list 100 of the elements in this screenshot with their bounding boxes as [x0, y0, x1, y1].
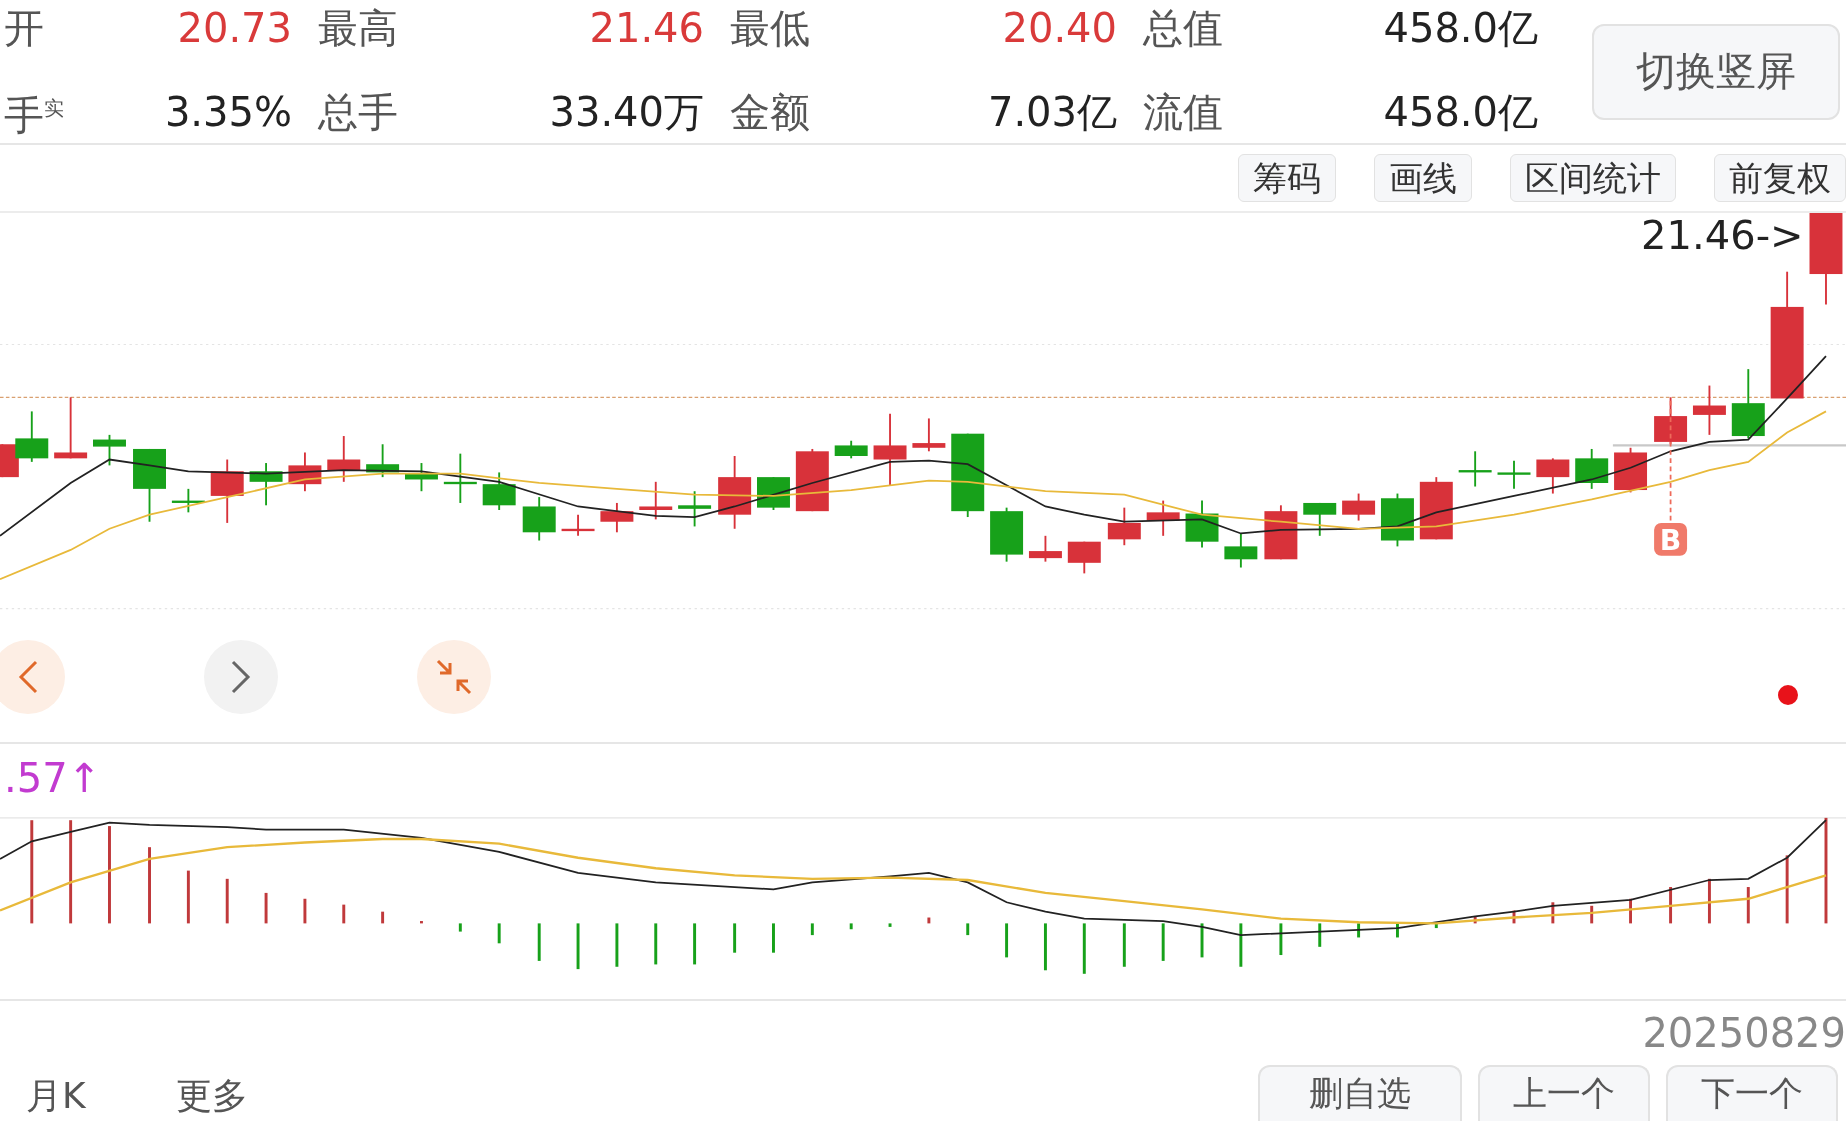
macd-bar — [458, 922, 462, 932]
candlestick — [1342, 492, 1376, 522]
macd-bar — [1551, 901, 1555, 923]
candlestick — [1224, 532, 1258, 569]
candlestick — [1146, 499, 1180, 537]
stat-label: 流值 — [1143, 87, 1223, 137]
macd-bar — [1122, 922, 1126, 967]
max-price-label: 21.46-> — [1641, 212, 1804, 259]
candlestick — [327, 434, 361, 483]
stat-value: 33.40万 — [548, 87, 705, 137]
candlestick — [93, 433, 126, 467]
candlestick — [600, 501, 634, 534]
candlestick — [443, 452, 477, 504]
candlestick — [990, 506, 1024, 563]
candlestick — [1536, 457, 1570, 495]
macd-bar — [1318, 922, 1322, 947]
macd-bar — [303, 898, 307, 923]
candlestick — [54, 396, 88, 460]
macd-bar — [810, 922, 814, 935]
stat-value: 20.73 — [176, 3, 293, 53]
candlestick — [1028, 534, 1062, 563]
action-button[interactable]: 删自选 — [1258, 1065, 1462, 1121]
stat-label: 总值 — [1143, 3, 1223, 53]
toolbar-button[interactable]: 画线 — [1374, 153, 1472, 202]
candlestick — [405, 461, 438, 492]
macd-bar — [537, 922, 541, 961]
macd-bar — [381, 911, 385, 923]
macd-bar — [1200, 922, 1204, 957]
macd-bar — [927, 917, 931, 923]
candlestick — [834, 439, 868, 460]
macd-bar — [1746, 886, 1750, 923]
candlestick — [171, 487, 205, 514]
action-button[interactable]: 上一个 — [1478, 1065, 1650, 1121]
candlestick — [1264, 504, 1298, 561]
macd-bar — [888, 922, 892, 927]
macd-bar — [1279, 922, 1283, 955]
candlestick — [1654, 396, 1688, 446]
macd-bar — [733, 922, 737, 953]
toolbar-button[interactable]: 前复权 — [1714, 153, 1846, 202]
candlestick — [1380, 492, 1414, 548]
chevron-right-icon — [230, 659, 252, 694]
macd-bar — [225, 878, 229, 923]
indicator-value: .57↑ — [4, 753, 102, 803]
macd-bar — [966, 922, 970, 935]
toolbar-button[interactable]: 区间统计 — [1510, 153, 1676, 202]
macd-bar — [1396, 922, 1399, 937]
candlestick — [1419, 476, 1453, 541]
candlestick — [288, 451, 322, 492]
stat-value: 458.0亿 — [1382, 3, 1539, 53]
candlestick — [366, 443, 400, 478]
macd-bar — [1043, 922, 1047, 970]
candlestick — [1107, 506, 1141, 546]
candlestick — [757, 476, 790, 511]
macd-bar — [1239, 922, 1243, 967]
macd-bar — [1434, 922, 1438, 928]
collapse-arrows-icon — [436, 658, 472, 695]
macd-bar — [1512, 910, 1516, 923]
action-button[interactable]: 下一个 — [1666, 1065, 1838, 1121]
macd-bar — [693, 922, 697, 964]
candlestick — [1497, 459, 1531, 490]
toolbar-button[interactable]: 筹码 — [1238, 153, 1336, 202]
candlestick — [795, 447, 829, 512]
stat-value: 7.03亿 — [986, 87, 1118, 137]
candlestick — [912, 417, 946, 453]
candlestick — [1575, 447, 1609, 490]
macd-bar — [1785, 854, 1789, 923]
stat-value: 21.46 — [588, 3, 705, 53]
stat-label: 手$^{实}$ — [4, 91, 64, 141]
candlestick — [639, 480, 673, 521]
macd-bar — [1707, 878, 1711, 923]
date-label: 20250829 — [1642, 1010, 1846, 1057]
macd-bar — [849, 922, 853, 929]
candlestick — [249, 461, 283, 507]
macd-bar — [420, 920, 423, 923]
candlestick — [1692, 384, 1726, 436]
stat-label: 最高 — [318, 3, 398, 53]
candlestick — [1458, 450, 1492, 488]
macd-bar — [1669, 886, 1673, 923]
candlestick — [522, 496, 556, 542]
macd-bar — [772, 922, 775, 953]
stat-value: 20.40 — [1001, 3, 1118, 53]
macd-bar — [1629, 898, 1632, 923]
macd-bar — [1473, 915, 1477, 923]
bottom-tab[interactable]: 月K — [26, 1072, 86, 1121]
candlestick — [1731, 368, 1765, 440]
switch-portrait-button[interactable]: 切换竖屏 — [1592, 23, 1840, 120]
macd-bar — [497, 922, 501, 943]
candlestick — [1067, 540, 1101, 575]
macd-bar — [342, 904, 346, 923]
macd-bar — [576, 922, 580, 969]
stat-label: 开 — [4, 3, 44, 53]
stat-label: 最低 — [730, 3, 810, 53]
chevron-left-icon — [17, 659, 39, 694]
status-dot-icon — [1778, 685, 1798, 705]
bottom-tab[interactable]: 更多 — [175, 1072, 248, 1121]
macd-bar — [654, 922, 658, 964]
macd-bar — [615, 922, 619, 967]
stat-label: 总手 — [318, 87, 398, 137]
macd-bar — [264, 892, 268, 923]
macd-bar — [1357, 922, 1361, 937]
